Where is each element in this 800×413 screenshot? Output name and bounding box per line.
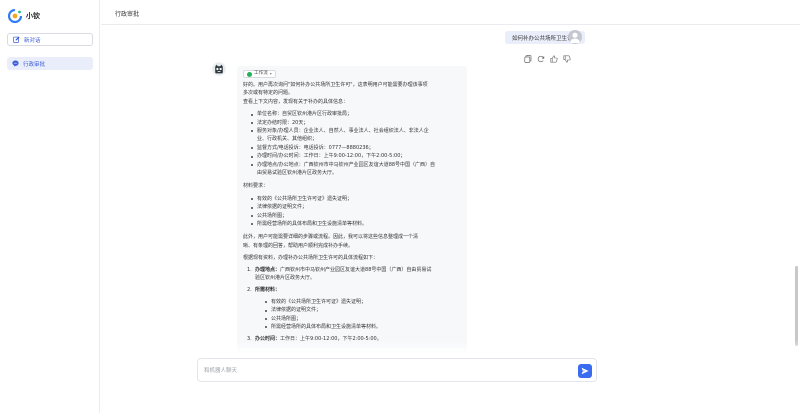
sidebar-item-label: 行政审批: [23, 61, 46, 68]
answer-line: 多次或有特定的问题。: [243, 90, 294, 97]
chat-input-box: [197, 358, 597, 382]
new-chat-button[interactable]: 新对话: [7, 33, 93, 46]
bot-answer: 工作流 ▾ 好的。用户再次询问"如何补办公共场所卫生许可"，这表明用户可能需要办…: [237, 66, 467, 352]
step-item: 2. 所需材料： 有效的《公共场所卫生许可证》遗失证明； 法律依据的证明文件； …: [247, 286, 461, 331]
sidebar: 小钦 新对话 行政审批: [0, 0, 100, 413]
user-avatar-icon: [570, 32, 580, 43]
chat-input[interactable]: [204, 365, 564, 376]
thumb-up-icon[interactable]: [550, 55, 558, 63]
sidebar-item-administrative-approval[interactable]: 行政审批: [7, 57, 93, 70]
list-item: 办理地点/办公地点：广西钦州市中马钦州产业园区友谊大道88号中国（广西）自 由贸易…: [251, 161, 461, 178]
answer-line: 此外，用户可能需要详细的步骤或流程。因此，我可以将这些信息整理成一个清: [243, 234, 419, 241]
answer-intro: 好的。用户再次询问"如何补办公共场所卫生许可"，这表明用户可能需要办理该事项 多…: [243, 81, 461, 106]
answer-line: 查看上下文内容，发现有关于补办的具体信息：: [243, 98, 349, 105]
new-chat-label: 新对话: [24, 37, 41, 44]
message-actions: [524, 55, 571, 63]
answer-line: 晰、有条理的回答，帮助用户顺利完成补办手续。: [243, 242, 354, 249]
list-item: 公共场所图；: [265, 315, 461, 323]
thumb-down-icon[interactable]: [563, 55, 571, 63]
user-message-row: 如何补办公共场所卫生许可: [101, 26, 800, 48]
edit-icon: [13, 36, 20, 43]
bot-avatar-icon: [212, 62, 226, 76]
app-title: 小钦: [26, 12, 40, 20]
send-button[interactable]: [578, 364, 592, 378]
chevron-down-icon: ▾: [269, 70, 272, 76]
brand: 小钦: [8, 9, 40, 23]
list-item: 服务对象/办理人员：企业法人、自然人、事业法人、社会组织法人、非法人企 业、行政机…: [251, 127, 461, 144]
list-item: 所需经营场所的具体布局和卫生设施清单等材料。: [265, 323, 461, 331]
list-item: 有效的《公共场所卫生许可证》遗失证明；: [251, 195, 461, 203]
materials-title: 材料要求：: [243, 183, 269, 190]
workflow-tag-label: 工作流: [254, 70, 268, 76]
list-item: 法律依据的证明文件；: [251, 203, 461, 211]
refresh-icon[interactable]: [537, 55, 545, 63]
page-title: 行政审批: [115, 11, 140, 18]
step-materials-list: 有效的《公共场所卫生许可证》遗失证明； 法律依据的证明文件； 公共场所图； 所需…: [265, 298, 461, 332]
page-header: 行政审批: [101, 0, 800, 25]
list-item: 有效的《公共场所卫生许可证》遗失证明；: [265, 298, 461, 306]
steps-list: 1. 办理地点：广西钦州市中马钦州产业园区友谊大道88号中国（广西）自由贸易试验…: [247, 266, 461, 344]
chat-scrollbar[interactable]: [795, 266, 798, 346]
list-item: 所需经营场所的具体布局和卫生设施清单等材料。: [251, 220, 461, 228]
answer-line: 好的。用户再次询问"如何补办公共场所卫生许可"，这表明用户可能需要办理该事项: [243, 81, 428, 88]
fade-overlay: [101, 340, 800, 358]
step-item: 1. 办理地点：广西钦州市中马钦州产业园区友谊大道88号中国（广西）自由贸易试验…: [247, 266, 432, 282]
materials-list: 有效的《公共场所卫生许可证》遗失证明； 法律依据的证明文件； 公共场所图； 所需…: [251, 195, 461, 229]
chat-icon: [12, 60, 19, 67]
check-circle-icon: [247, 71, 252, 77]
workflow-tag[interactable]: 工作流 ▾: [243, 70, 276, 78]
send-icon: [581, 367, 589, 375]
answer-basis: 根据现有资料，办理补办公共场所卫生许可的具体流程如下：: [243, 255, 379, 262]
list-item: 单位名称：自贸区钦州港片区行政审批局；: [251, 110, 461, 118]
user-avatar: [568, 30, 582, 44]
list-item: 公共场所图；: [251, 212, 461, 220]
info-list: 单位名称：自贸区钦州港片区行政审批局； 法定办结时限：20天； 服务对象/办理人…: [251, 110, 461, 177]
list-item: 监督方式/电话投诉：电话投诉：0777—8880236；: [251, 144, 461, 152]
copy-icon[interactable]: [524, 55, 532, 63]
list-item: 法律依据的证明文件；: [265, 306, 461, 314]
app-logo-icon: [8, 9, 22, 23]
answer-paragraph: 此外，用户可能需要详细的步骤或流程。因此，我可以将这些信息整理成一个清 晰、有条…: [243, 233, 461, 250]
list-item: 法定办结时限：20天；: [251, 119, 461, 127]
list-item: 办理时间/办公时间：工作日：上午9:00-12:00，下午2:00-5:00；: [251, 152, 461, 160]
